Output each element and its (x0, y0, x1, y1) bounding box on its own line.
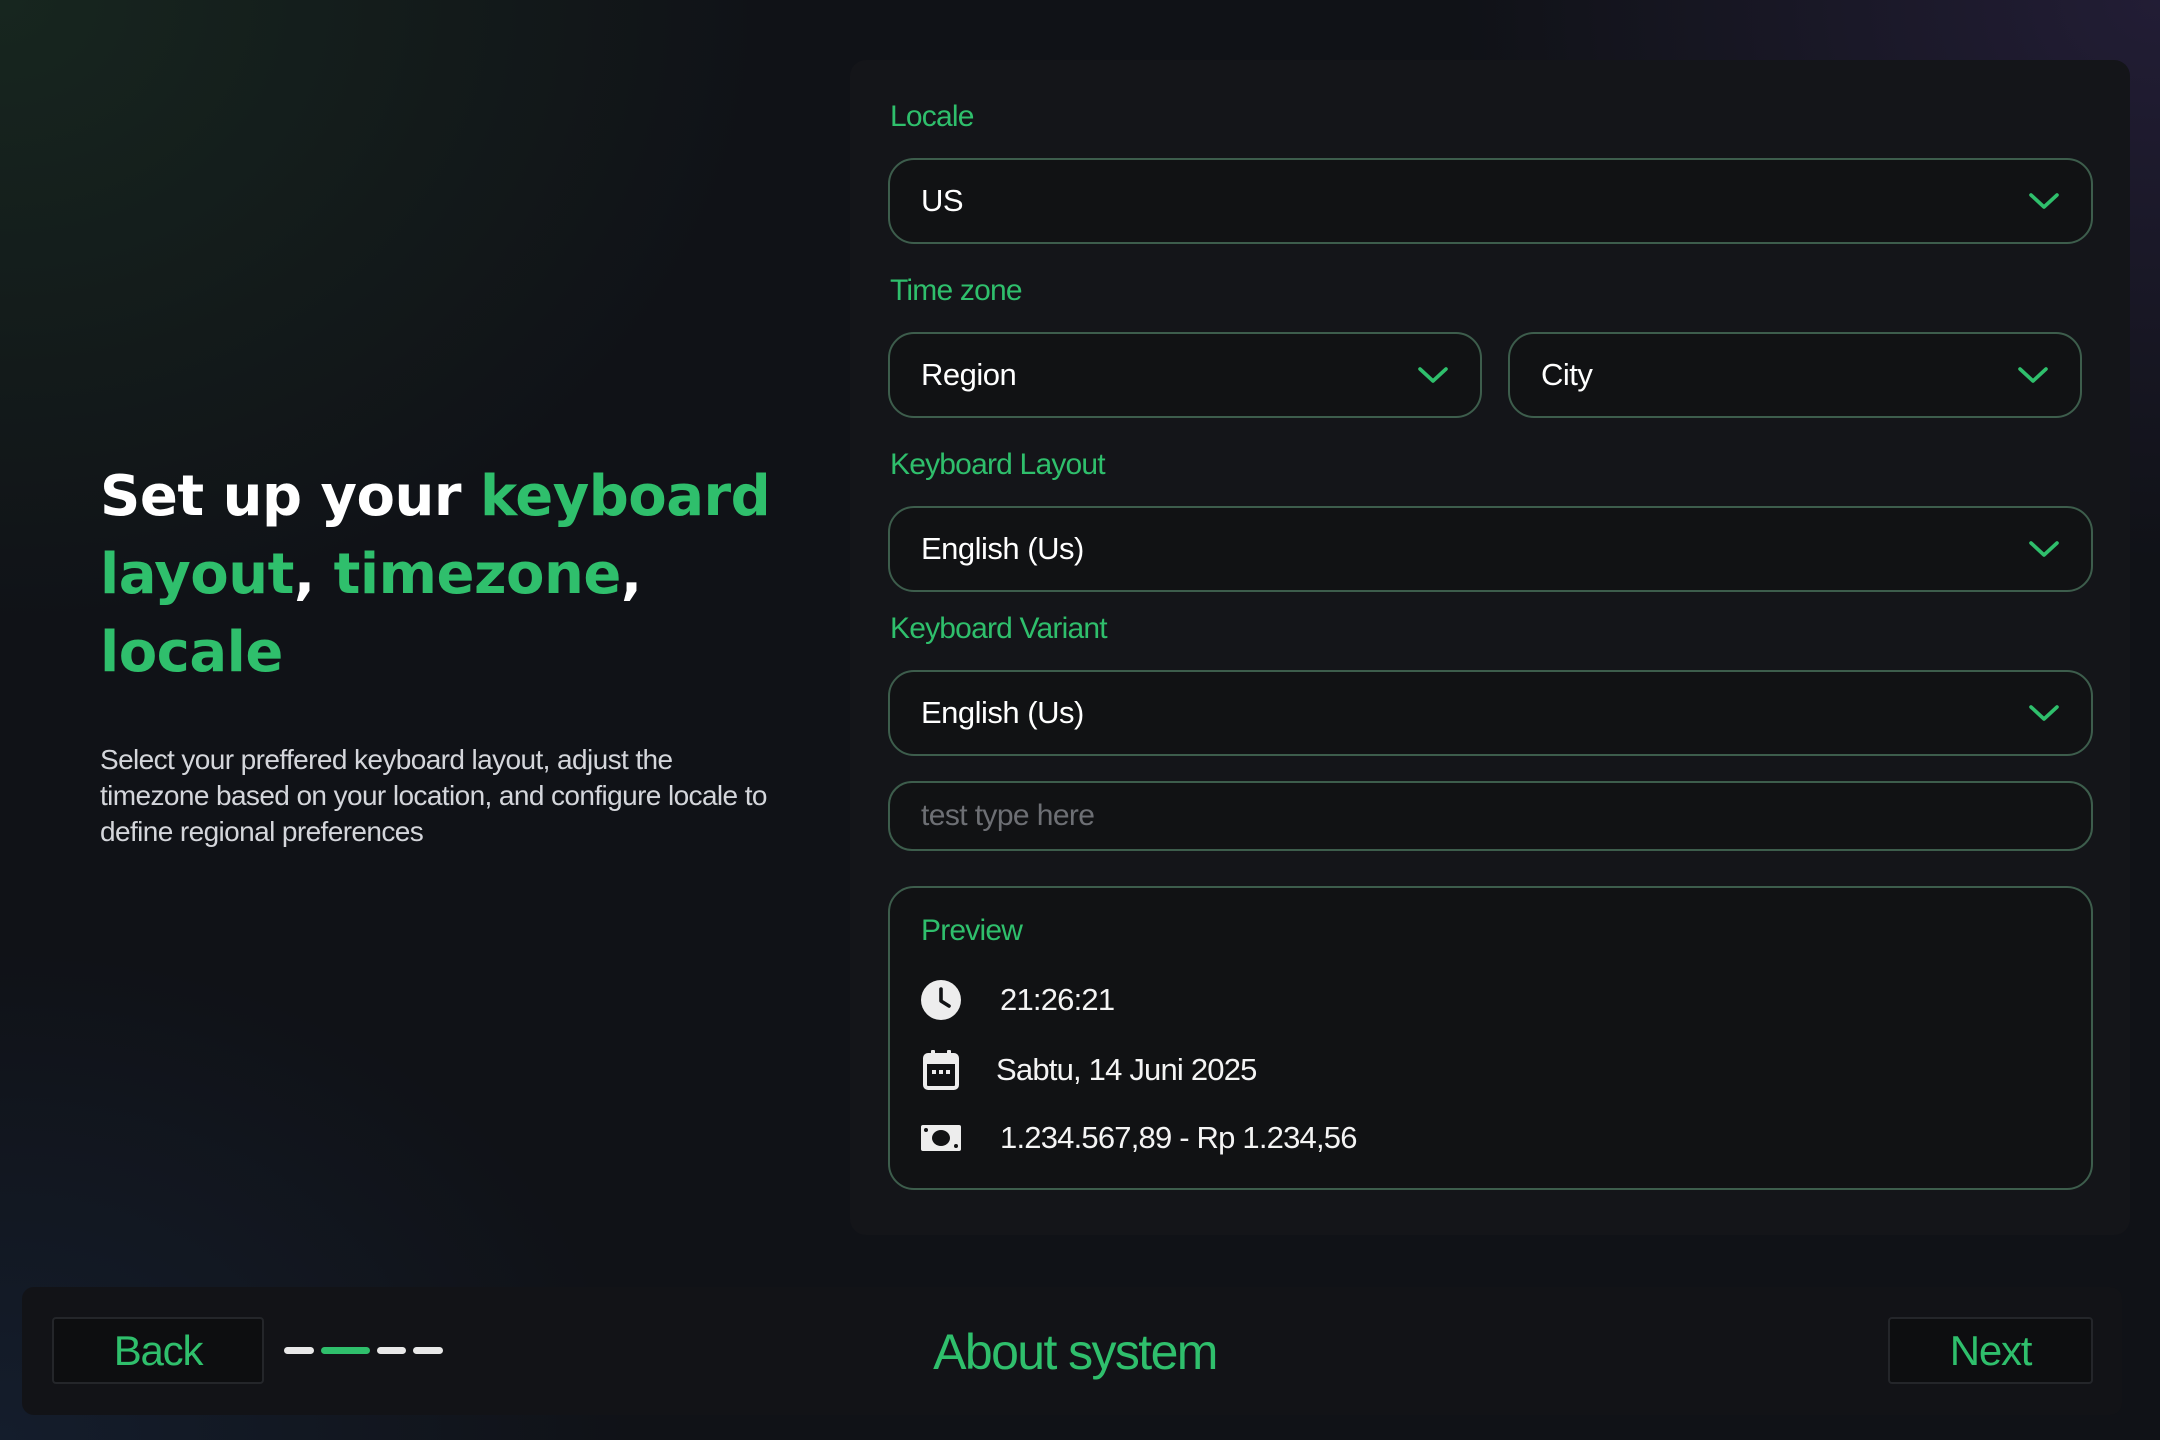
chevron-down-icon (2016, 364, 2050, 386)
locale-value: US (921, 183, 964, 218)
keyboard-layout-label: Keyboard Layout (890, 448, 1106, 481)
preview-time-row: 21:26:21 (920, 979, 1115, 1021)
preview-box: Preview 21:26:21 Sabtu, 14 Juni 2025 1.2… (888, 886, 2093, 1190)
preview-title: Preview (921, 914, 1023, 947)
keyboard-variant-value: English (Us) (921, 695, 1084, 730)
timezone-label: Time zone (890, 274, 1023, 307)
title-text: Set up your (100, 464, 480, 529)
money-icon (920, 1117, 962, 1159)
chevron-down-icon (2027, 538, 2061, 560)
clock-icon (920, 979, 962, 1021)
preview-date: Sabtu, 14 Juni 2025 (996, 1052, 1257, 1087)
bar-title: About system (933, 1324, 1218, 1380)
next-button[interactable]: Next (1888, 1317, 2093, 1384)
page-description: Select your preffered keyboard layout, a… (100, 744, 767, 847)
hero: Set up your keyboard layout, timezone, l… (100, 458, 780, 850)
keyboard-layout-select[interactable]: English (Us) (888, 506, 2093, 592)
chevron-down-icon (2027, 190, 2061, 212)
timezone-city-select[interactable]: City (1508, 332, 2082, 418)
timezone-region-select[interactable]: Region (888, 332, 1482, 418)
keyboard-variant-label: Keyboard Variant (890, 612, 1108, 645)
locale-select[interactable]: US (888, 158, 2093, 244)
chevron-down-icon (1416, 364, 1450, 386)
preview-currency-row: 1.234.567,89 - Rp 1.234,56 (920, 1117, 1357, 1159)
preview-date-row: Sabtu, 14 Juni 2025 (920, 1049, 1257, 1091)
keyboard-variant-select[interactable]: English (Us) (888, 670, 2093, 756)
timezone-region-value: Region (921, 357, 1017, 392)
preview-time: 21:26:21 (1000, 982, 1115, 1017)
settings-panel: Locale US Time zone Region City Keyboard… (850, 60, 2130, 1235)
keyboard-layout-value: English (Us) (921, 531, 1084, 566)
bottom-navigation-bar: Back About system Next (22, 1287, 2122, 1415)
title-separator: , (293, 542, 334, 607)
preview-currency: 1.234.567,89 - Rp 1.234,56 (1000, 1120, 1357, 1155)
title-highlight-locale: locale (100, 620, 283, 685)
timezone-city-value: City (1541, 357, 1593, 392)
title-separator: , (620, 542, 642, 607)
title-highlight-timezone: timezone (333, 542, 622, 607)
calendar-icon (920, 1049, 962, 1091)
page-title: Set up your keyboard layout, timezone, l… (100, 458, 780, 692)
test-type-field[interactable] (888, 781, 2093, 851)
chevron-down-icon (2027, 702, 2061, 724)
test-type-input[interactable] (921, 799, 2091, 833)
locale-label: Locale (890, 100, 974, 133)
